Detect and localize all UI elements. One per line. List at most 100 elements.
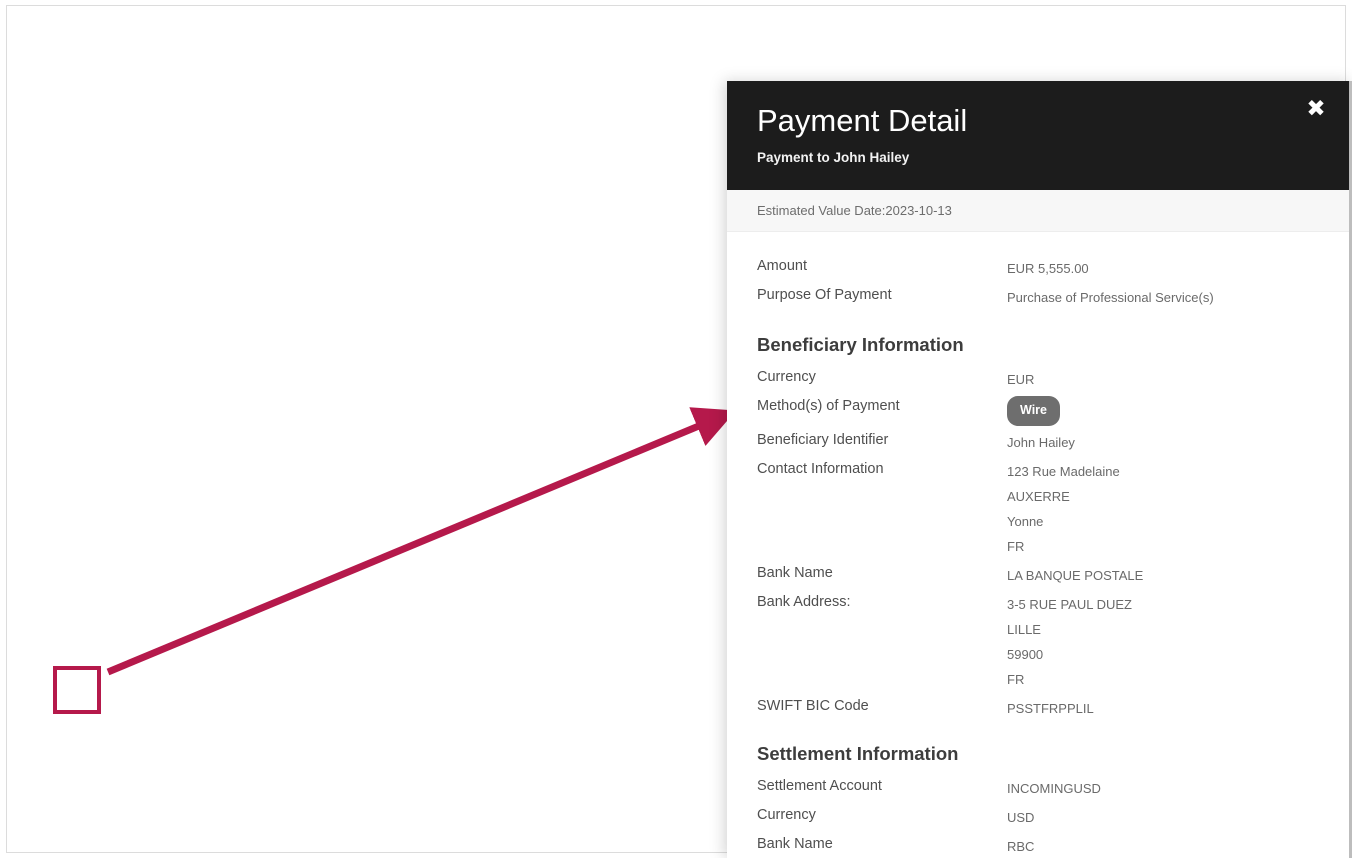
cell-status: ✓ bbox=[125, 714, 185, 765]
settlement-information-heading: Settlement Information bbox=[757, 743, 959, 764]
modal-title: Payment Detail bbox=[757, 103, 968, 138]
tab-new-payment-label: NEW PAYMENT bbox=[45, 167, 151, 183]
address-line: LILLE bbox=[1007, 622, 1041, 637]
payment-summary-total: TOTAL 2 bbox=[512, 495, 561, 507]
field-bank-address: Bank Address: 3-5 RUE PAUL DUEZ LILLE 59… bbox=[757, 590, 1322, 692]
field-value: INCOMINGUSD bbox=[1007, 781, 1101, 796]
field-value: EUR 5,555.00 bbox=[1007, 261, 1089, 276]
cell-payment-amount: 🔒 EUR 5,555.00 bbox=[29, 374, 190, 425]
field-methods-of-payment: Method(s) of Payment Wire bbox=[757, 394, 1322, 426]
estimated-value-date: Estimated Value Date:2023-10-13 bbox=[727, 190, 1352, 232]
table-header-row: Payment Amount Settlement Amount Rate Co… bbox=[29, 291, 579, 325]
cell-settlement-amount bbox=[189, 374, 325, 425]
footer-email: Email Address: bbox=[431, 825, 673, 839]
info-icon: i bbox=[98, 732, 103, 746]
globe-icon bbox=[19, 13, 34, 28]
cell-beneficiary[interactable]: CHRISTOPHER HAILEY 336 bbox=[184, 714, 405, 765]
col-settlement-amount: Settlement Amount bbox=[189, 291, 325, 325]
cell-remitter bbox=[404, 714, 650, 765]
page-title: Make Payment bbox=[19, 74, 253, 113]
col-status: Status bbox=[125, 630, 185, 665]
field-label: Settlement Account bbox=[757, 778, 882, 794]
cell-rate bbox=[324, 324, 519, 375]
modal-header: Payment Detail Payment to John Hailey ✖ bbox=[727, 81, 1352, 190]
field-beneficiary-identifier: Beneficiary Identifier John Hailey bbox=[757, 428, 1322, 455]
account-id-label: Account ID bbox=[194, 13, 256, 28]
field-amount: Amount EUR 5,555.00 bbox=[757, 254, 1322, 281]
user-name: Kassi Beatty bbox=[1214, 13, 1287, 28]
table-row-empty bbox=[29, 424, 579, 485]
step-number-badge: 2 bbox=[192, 164, 215, 186]
telephone-redaction bbox=[313, 826, 406, 838]
field-value: 123 Rue Madelaine AUXERRE Yonne FR bbox=[1007, 457, 1120, 559]
cell-empty bbox=[518, 424, 579, 485]
tab-active-caret-icon bbox=[252, 195, 272, 204]
cell-payment-amount: 🔒 USD 33,333.00 bbox=[29, 324, 190, 375]
field-label: Method(s) of Payment bbox=[757, 398, 900, 414]
close-icon[interactable]: ✖ bbox=[1302, 95, 1330, 123]
address-line: FR bbox=[1007, 672, 1025, 687]
payment-detail-modal: Payment Detail Payment to John Hailey ✖ … bbox=[727, 81, 1352, 858]
field-value: LA BANQUE POSTALE bbox=[1007, 568, 1144, 583]
account-id-redaction bbox=[260, 15, 319, 26]
account-bar: ABC Company Account ID Kassi Beatty bbox=[7, 6, 1345, 36]
user-menu[interactable]: Kassi Beatty bbox=[1215, 13, 1303, 28]
tab-review-payments-label: REVIEW PAYMENT(S) bbox=[223, 167, 372, 183]
field-settlement-account: Settlement Account INCOMINGUSD bbox=[757, 774, 1322, 801]
cell-empty bbox=[324, 424, 519, 485]
modal-subtitle: Payment to John Hailey bbox=[757, 149, 910, 165]
col-rate: Rate bbox=[324, 291, 519, 325]
chevron-down-icon bbox=[1293, 18, 1303, 23]
chevron-down-icon bbox=[48, 738, 57, 744]
field-swift-bic-code: SWIFT BIC Code PSSTFRPPLIL bbox=[757, 694, 1322, 721]
field-label: SWIFT BIC Code bbox=[757, 698, 869, 714]
field-beneficiary-bank-name: Bank Name LA BANQUE POSTALE bbox=[757, 561, 1322, 588]
step-tabs: NEW PAYMENT 2 REVIEW PAYMENT(S) bbox=[27, 164, 810, 204]
row-info-button[interactable]: i bbox=[75, 714, 126, 765]
field-label: Bank Name bbox=[757, 565, 833, 581]
cell-count: 1 bbox=[518, 324, 579, 375]
tab-new-payment[interactable]: NEW PAYMENT bbox=[27, 168, 168, 183]
beneficiary-information-heading: Beneficiary Information bbox=[757, 334, 964, 355]
highlight-box-info-icon bbox=[53, 666, 101, 714]
beneficiary-link[interactable]: JOHN HAILEY bbox=[197, 683, 279, 697]
cell-count: 1 bbox=[518, 374, 579, 425]
field-value: 3-5 RUE PAUL DUEZ LILLE 59900 FR bbox=[1007, 590, 1132, 692]
field-value: EUR bbox=[1007, 372, 1035, 387]
col-count: Count bbox=[518, 291, 579, 325]
cell-beneficiary[interactable]: JOHN HAILEY bbox=[184, 664, 405, 715]
screenshot-root: ABC Company Account ID Kassi Beatty SYST… bbox=[0, 0, 1352, 858]
field-contact-information: Contact Information 123 Rue Madelaine AU… bbox=[757, 457, 1322, 559]
cell-empty bbox=[29, 424, 190, 485]
label: Account Rep: bbox=[21, 824, 97, 839]
field-label: Amount bbox=[757, 258, 807, 274]
beneficiary-link[interactable]: CHRISTOPHER HAILEY 336 bbox=[197, 733, 360, 747]
field-label: Bank Name bbox=[757, 836, 833, 852]
col-remitter: Remitter bbox=[404, 630, 650, 665]
col-info bbox=[75, 630, 126, 665]
address-line: AUXERRE bbox=[1007, 489, 1070, 504]
field-value: RBC bbox=[1007, 839, 1035, 854]
expand-row-toggle[interactable] bbox=[29, 714, 76, 765]
field-value: Purchase of Professional Service(s) bbox=[1007, 290, 1214, 305]
check-icon: ✓ bbox=[148, 681, 162, 699]
tab-review-payments[interactable]: 2 REVIEW PAYMENT(S) bbox=[174, 164, 389, 186]
address-line: 3-5 RUE PAUL DUEZ bbox=[1007, 597, 1132, 612]
table-row: 🔒 EUR 5,555.00 1 bbox=[29, 374, 579, 425]
field-label: Beneficiary Identifier bbox=[757, 432, 889, 448]
footer-telephone: Telephone: bbox=[246, 825, 406, 839]
check-icon: ✓ bbox=[148, 731, 162, 749]
col-payment-amount: Payment Amount bbox=[29, 291, 190, 325]
system-date: SYSTEM DATE: Oct 11, 2023 FOR VALUE: Oct… bbox=[1026, 42, 1327, 54]
field-purpose-of-payment: Purpose Of Payment Purchase of Professio… bbox=[757, 283, 1322, 310]
col-beneficiary: Beneficiary bbox=[184, 630, 405, 665]
cell-status: ✓ bbox=[125, 664, 185, 715]
company-redaction bbox=[127, 15, 190, 26]
cell-empty bbox=[189, 424, 325, 485]
cancel-button[interactable]: CANCEL bbox=[29, 537, 197, 576]
footer-account-rep: Account Rep: bbox=[21, 824, 221, 839]
address-line: Yonne bbox=[1007, 514, 1044, 529]
payment-summary-table: Payment Amount Settlement Amount Rate Co… bbox=[29, 291, 579, 485]
account-rep-redaction bbox=[102, 826, 221, 838]
field-value: Wire bbox=[1007, 394, 1060, 426]
